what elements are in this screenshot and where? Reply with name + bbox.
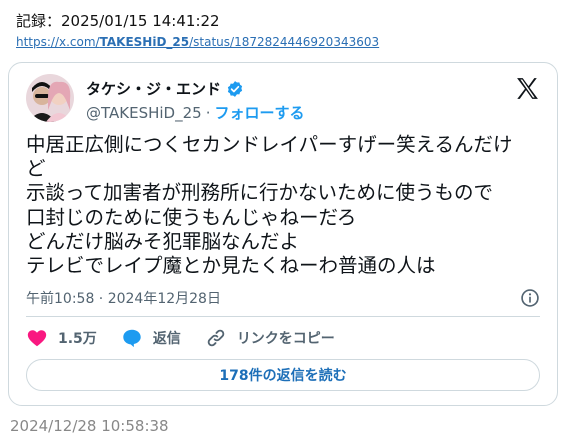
tweet-timestamp[interactable]: 午前10:58 · 2024年12月28日 xyxy=(26,288,221,308)
heart-icon xyxy=(27,330,47,347)
like-count: 1.5万 xyxy=(58,331,97,347)
tweet-text-line: 中居正広側につくセカンドレイパーすげー笑えるんだけ xyxy=(26,133,513,156)
link-icon xyxy=(207,329,225,347)
reply-label: 返信 xyxy=(152,331,181,347)
copy-link-button[interactable]: リンクをコピー xyxy=(205,327,335,349)
tweet-text-line: テレビでレイプ魔とか見たくねーわ普通の人は xyxy=(26,254,436,278)
tweet-card: タケシ・ジ・エンド @TAKESHiD_25 · フォローする 中居正広側につくセカ… xyxy=(8,62,558,406)
reply-button[interactable]: 返信 xyxy=(121,327,181,349)
tweet-text-line: どんだけ脳みそ犯罪脳なんだよ xyxy=(26,229,300,253)
archive-date: 2024/12/28 10:58:38 xyxy=(10,417,169,435)
handle[interactable]: @TAKESHiD_25 xyxy=(86,104,202,122)
avatar[interactable] xyxy=(26,74,74,122)
copy-link-label: リンクをコピー xyxy=(236,331,335,347)
follow-button[interactable]: フォローする xyxy=(214,104,304,122)
tweet-text-line: 口封じのために使うもんじゃねーだろ xyxy=(26,205,357,229)
url-suffix: /status/1872824446920343603 xyxy=(189,35,380,49)
author-name-row[interactable]: タケシ・ジ・エンド xyxy=(86,78,244,99)
like-button[interactable]: 1.5万 xyxy=(26,327,97,349)
tweet-text-line: ど xyxy=(26,157,46,181)
handle-row: @TAKESHiD_25 · フォローする xyxy=(86,102,304,123)
url-user: TAKESHiD_25 xyxy=(99,35,190,49)
info-icon[interactable] xyxy=(520,288,540,308)
record-timestamp: 記録：2025/01/15 14:41:22 xyxy=(16,12,220,30)
source-url-link[interactable]: https://x.com/TAKESHiD_25/status/1872824… xyxy=(16,35,379,49)
separator-dot: · xyxy=(205,104,211,122)
divider xyxy=(26,316,540,317)
action-bar: 1.5万 返信 リンクをコピー xyxy=(26,327,359,349)
tweet-text: 中居正広側につくセカンドレイパーすげー笑えるんだけ ど 示談って加害者が刑務所に… xyxy=(26,133,536,278)
url-prefix: https://x.com/ xyxy=(16,35,100,49)
tweet-text-line: 示談って加害者が刑務所に行かないために使うもので xyxy=(26,181,494,205)
read-replies-button[interactable]: 178件の返信を読む xyxy=(26,359,540,391)
x-logo-icon[interactable] xyxy=(515,76,540,101)
verified-badge-icon xyxy=(226,80,244,98)
display-name[interactable]: タケシ・ジ・エンド xyxy=(86,78,221,99)
reply-bubble-icon xyxy=(123,329,141,348)
